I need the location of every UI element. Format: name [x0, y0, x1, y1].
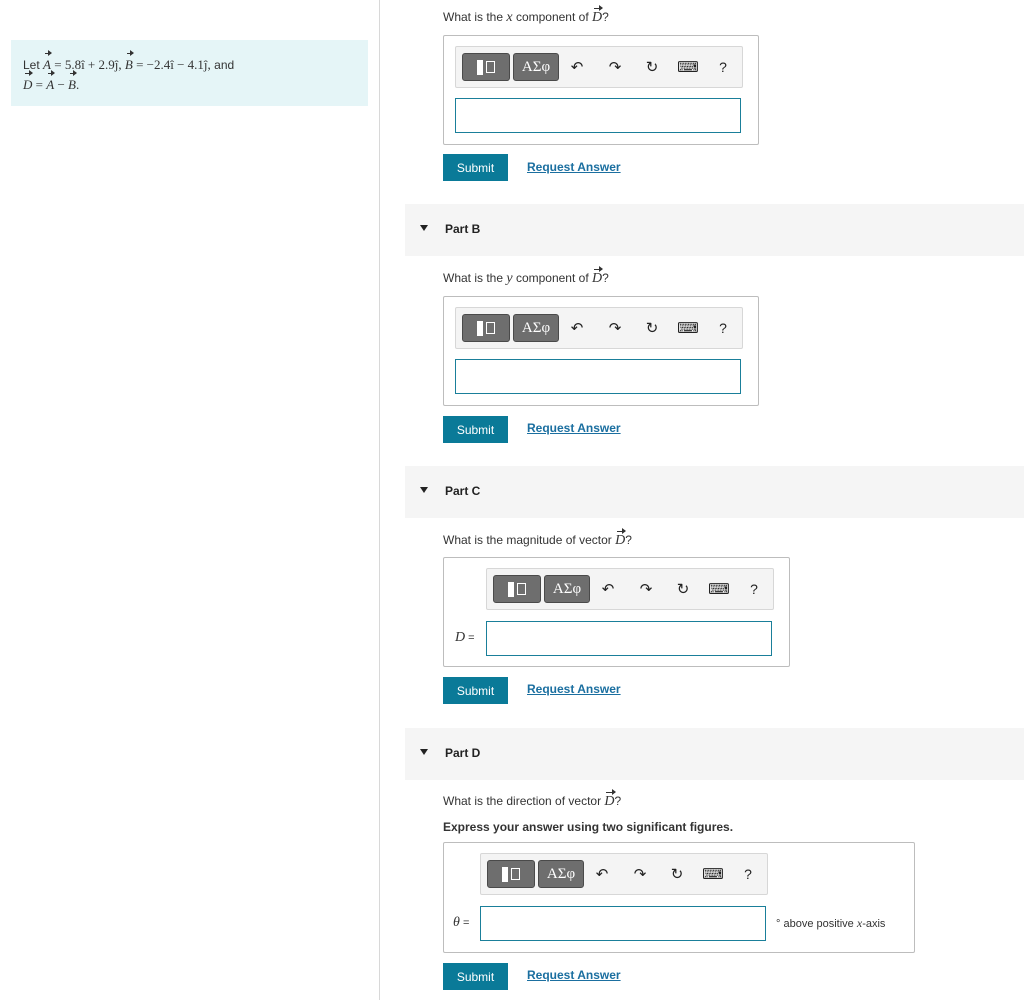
redo-icon[interactable]: ↷	[606, 319, 624, 337]
reset-icon[interactable]: ↻	[643, 58, 661, 76]
vector-d-a: A	[46, 70, 56, 92]
keyboard-icon[interactable]: ⌨	[677, 319, 699, 337]
part-d-request-answer-link[interactable]: Request Answer	[527, 968, 621, 982]
part-d-answer-input[interactable]	[480, 906, 766, 941]
part-d-header[interactable]: Part D	[405, 728, 1024, 780]
part-b-title: Part B	[445, 222, 481, 236]
keyboard-icon[interactable]: ⌨	[677, 58, 699, 76]
undo-icon[interactable]: ↶	[568, 319, 586, 337]
part-c-request-answer-link[interactable]: Request Answer	[527, 682, 621, 696]
part-c-answer-box: ΑΣφ ↶ ↷ ↻ ⌨ ? D =	[443, 557, 790, 667]
templates-button[interactable]	[462, 53, 510, 81]
templates-button[interactable]	[487, 860, 535, 888]
problem-statement: Let A = 5.8î + 2.9ĵ, B = −2.4î − 4.1ĵ, a…	[11, 40, 368, 106]
radical-icon	[508, 581, 526, 597]
problem-and: and	[214, 58, 235, 72]
part-b-submit-button[interactable]: Submit	[443, 416, 508, 443]
reset-icon[interactable]: ↻	[674, 580, 692, 598]
vector-d-eq: =	[35, 77, 43, 92]
templates-button[interactable]	[462, 314, 510, 342]
help-icon[interactable]: ?	[714, 319, 732, 337]
part-c-header[interactable]: Part C	[405, 466, 1024, 518]
part-b-answer-box: ΑΣφ ↶ ↷ ↻ ⌨ ?	[443, 296, 759, 406]
vector-d: D	[23, 70, 34, 92]
part-b-request-answer-link[interactable]: Request Answer	[527, 421, 621, 435]
part-b-header[interactable]: Part B	[405, 204, 1024, 256]
part-c-answer-input[interactable]	[486, 621, 772, 656]
part-d-question: What is the direction of vector D?	[443, 789, 622, 809]
part-b-answer-input[interactable]	[455, 359, 741, 394]
part-a-submit-button[interactable]: Submit	[443, 154, 508, 181]
radical-icon	[477, 320, 495, 336]
part-d-unit-label: ° above positive x-axis	[776, 916, 886, 930]
greek-symbols-button[interactable]: ΑΣφ	[544, 575, 590, 603]
part-c-title: Part C	[445, 484, 481, 498]
vector-b-expr: = −2.4î − 4.1ĵ,	[136, 57, 211, 72]
part-b-question: What is the y component of D?	[443, 266, 609, 286]
help-icon[interactable]: ?	[745, 580, 763, 598]
greek-symbols-button[interactable]: ΑΣφ	[513, 53, 559, 81]
reset-icon[interactable]: ↻	[668, 865, 686, 883]
vector-d-minus: −	[57, 77, 65, 92]
collapse-caret-icon	[420, 225, 428, 231]
part-c-submit-button[interactable]: Submit	[443, 677, 508, 704]
part-a-answer-box: ΑΣφ ↶ ↷ ↻ ⌨ ?	[443, 35, 759, 145]
problem-panel: Let A = 5.8î + 2.9ĵ, B = −2.4î − 4.1ĵ, a…	[0, 0, 380, 1000]
part-c-answer-label: D =	[455, 630, 475, 645]
keyboard-icon[interactable]: ⌨	[702, 865, 724, 883]
undo-icon[interactable]: ↶	[568, 58, 586, 76]
undo-icon[interactable]: ↶	[593, 865, 611, 883]
templates-button[interactable]	[493, 575, 541, 603]
part-c-question: What is the magnitude of vector D?	[443, 528, 632, 548]
part-d-math-toolbar: ΑΣφ ↶ ↷ ↻ ⌨ ?	[480, 853, 768, 895]
radical-icon	[477, 59, 495, 75]
radical-icon	[502, 866, 520, 882]
part-d-instructions: Express your answer using two significan…	[443, 820, 734, 834]
vector-a-expr: = 5.8î + 2.9ĵ,	[54, 57, 122, 72]
vector-a: A	[43, 50, 52, 72]
redo-icon[interactable]: ↷	[637, 580, 655, 598]
help-icon[interactable]: ?	[714, 58, 732, 76]
greek-symbols-button[interactable]: ΑΣφ	[513, 314, 559, 342]
part-d-title: Part D	[445, 746, 481, 760]
greek-symbols-button[interactable]: ΑΣφ	[538, 860, 584, 888]
keyboard-icon[interactable]: ⌨	[708, 580, 730, 598]
undo-icon[interactable]: ↶	[599, 580, 617, 598]
part-c-math-toolbar: ΑΣφ ↶ ↷ ↻ ⌨ ?	[486, 568, 774, 610]
part-a-math-toolbar: ΑΣφ ↶ ↷ ↻ ⌨ ?	[455, 46, 743, 88]
redo-icon[interactable]: ↷	[631, 865, 649, 883]
part-a-request-answer-link[interactable]: Request Answer	[527, 160, 621, 174]
reset-icon[interactable]: ↻	[643, 319, 661, 337]
part-b-math-toolbar: ΑΣφ ↶ ↷ ↻ ⌨ ?	[455, 307, 743, 349]
vector-d-b: B	[68, 70, 77, 92]
redo-icon[interactable]: ↷	[606, 58, 624, 76]
part-a-question: What is the x component of D?	[443, 5, 609, 25]
collapse-caret-icon	[420, 487, 428, 493]
part-a-answer-input[interactable]	[455, 98, 741, 133]
part-d-submit-button[interactable]: Submit	[443, 963, 508, 990]
part-d-answer-label: θ =	[453, 915, 470, 930]
collapse-caret-icon	[420, 749, 428, 755]
part-d-answer-box: ΑΣφ ↶ ↷ ↻ ⌨ ? θ = ° above positive x-axi…	[443, 842, 915, 953]
vector-d-end: .	[75, 77, 80, 92]
vector-b: B	[124, 50, 134, 72]
help-icon[interactable]: ?	[739, 865, 757, 883]
